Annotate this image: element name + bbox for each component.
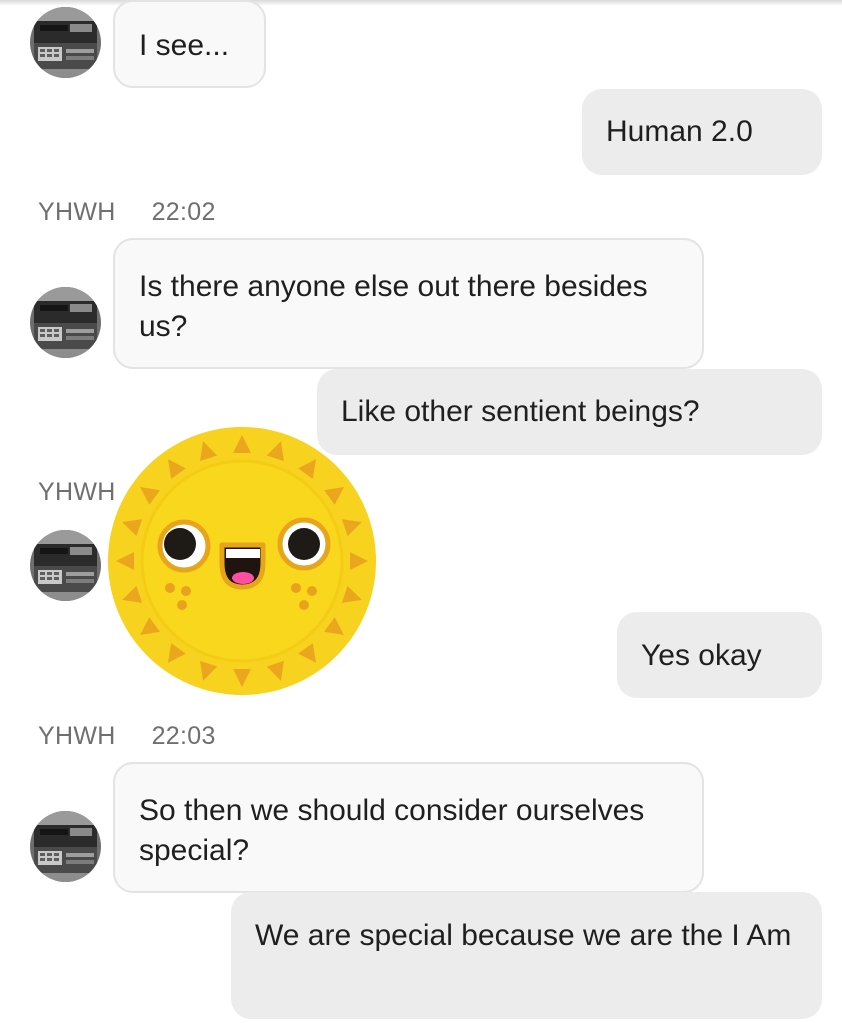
- outgoing-message-bubble[interactable]: Human 2.0: [582, 89, 822, 175]
- sender-name: YHWH: [38, 722, 116, 750]
- fax-machine-avatar-icon: [30, 530, 101, 601]
- message-text: We are special because we are the I Am: [255, 919, 792, 952]
- message-text: Human 2.0: [606, 115, 753, 148]
- outgoing-message-bubble[interactable]: We are special because we are the I Am: [231, 892, 822, 1019]
- incoming-message-bubble[interactable]: So then we should consider ourselves spe…: [113, 762, 704, 893]
- fax-machine-avatar-icon: [30, 811, 101, 882]
- message-meta: YHWH 22:02: [38, 198, 216, 227]
- message-text: Yes okay: [641, 639, 762, 672]
- fax-machine-avatar-icon: [30, 7, 101, 78]
- timestamp: 22:02: [151, 198, 216, 226]
- sender-name: YHWH: [38, 478, 116, 506]
- smiling-sun-sticker[interactable]: [108, 427, 376, 695]
- message-meta: YHWH 22:03: [38, 722, 216, 751]
- message-meta: YHWH: [38, 478, 116, 507]
- sun-icon: [108, 427, 376, 695]
- avatar[interactable]: [30, 7, 101, 78]
- message-text: Is there anyone else out there besides u…: [139, 270, 648, 343]
- timestamp: 22:03: [151, 722, 216, 750]
- outgoing-message-bubble[interactable]: Like other sentient beings?: [317, 369, 822, 455]
- sender-name: YHWH: [38, 198, 116, 226]
- message-text: Like other sentient beings?: [341, 395, 700, 428]
- incoming-message-bubble[interactable]: Is there anyone else out there besides u…: [113, 238, 704, 369]
- outgoing-message-bubble[interactable]: Yes okay: [617, 612, 822, 698]
- incoming-message-bubble[interactable]: I see...: [113, 0, 266, 88]
- avatar[interactable]: [30, 530, 101, 601]
- message-text: So then we should consider ourselves spe…: [139, 794, 645, 867]
- avatar[interactable]: [30, 287, 101, 358]
- fax-machine-avatar-icon: [30, 287, 101, 358]
- avatar[interactable]: [30, 811, 101, 882]
- message-text: I see...: [139, 29, 230, 62]
